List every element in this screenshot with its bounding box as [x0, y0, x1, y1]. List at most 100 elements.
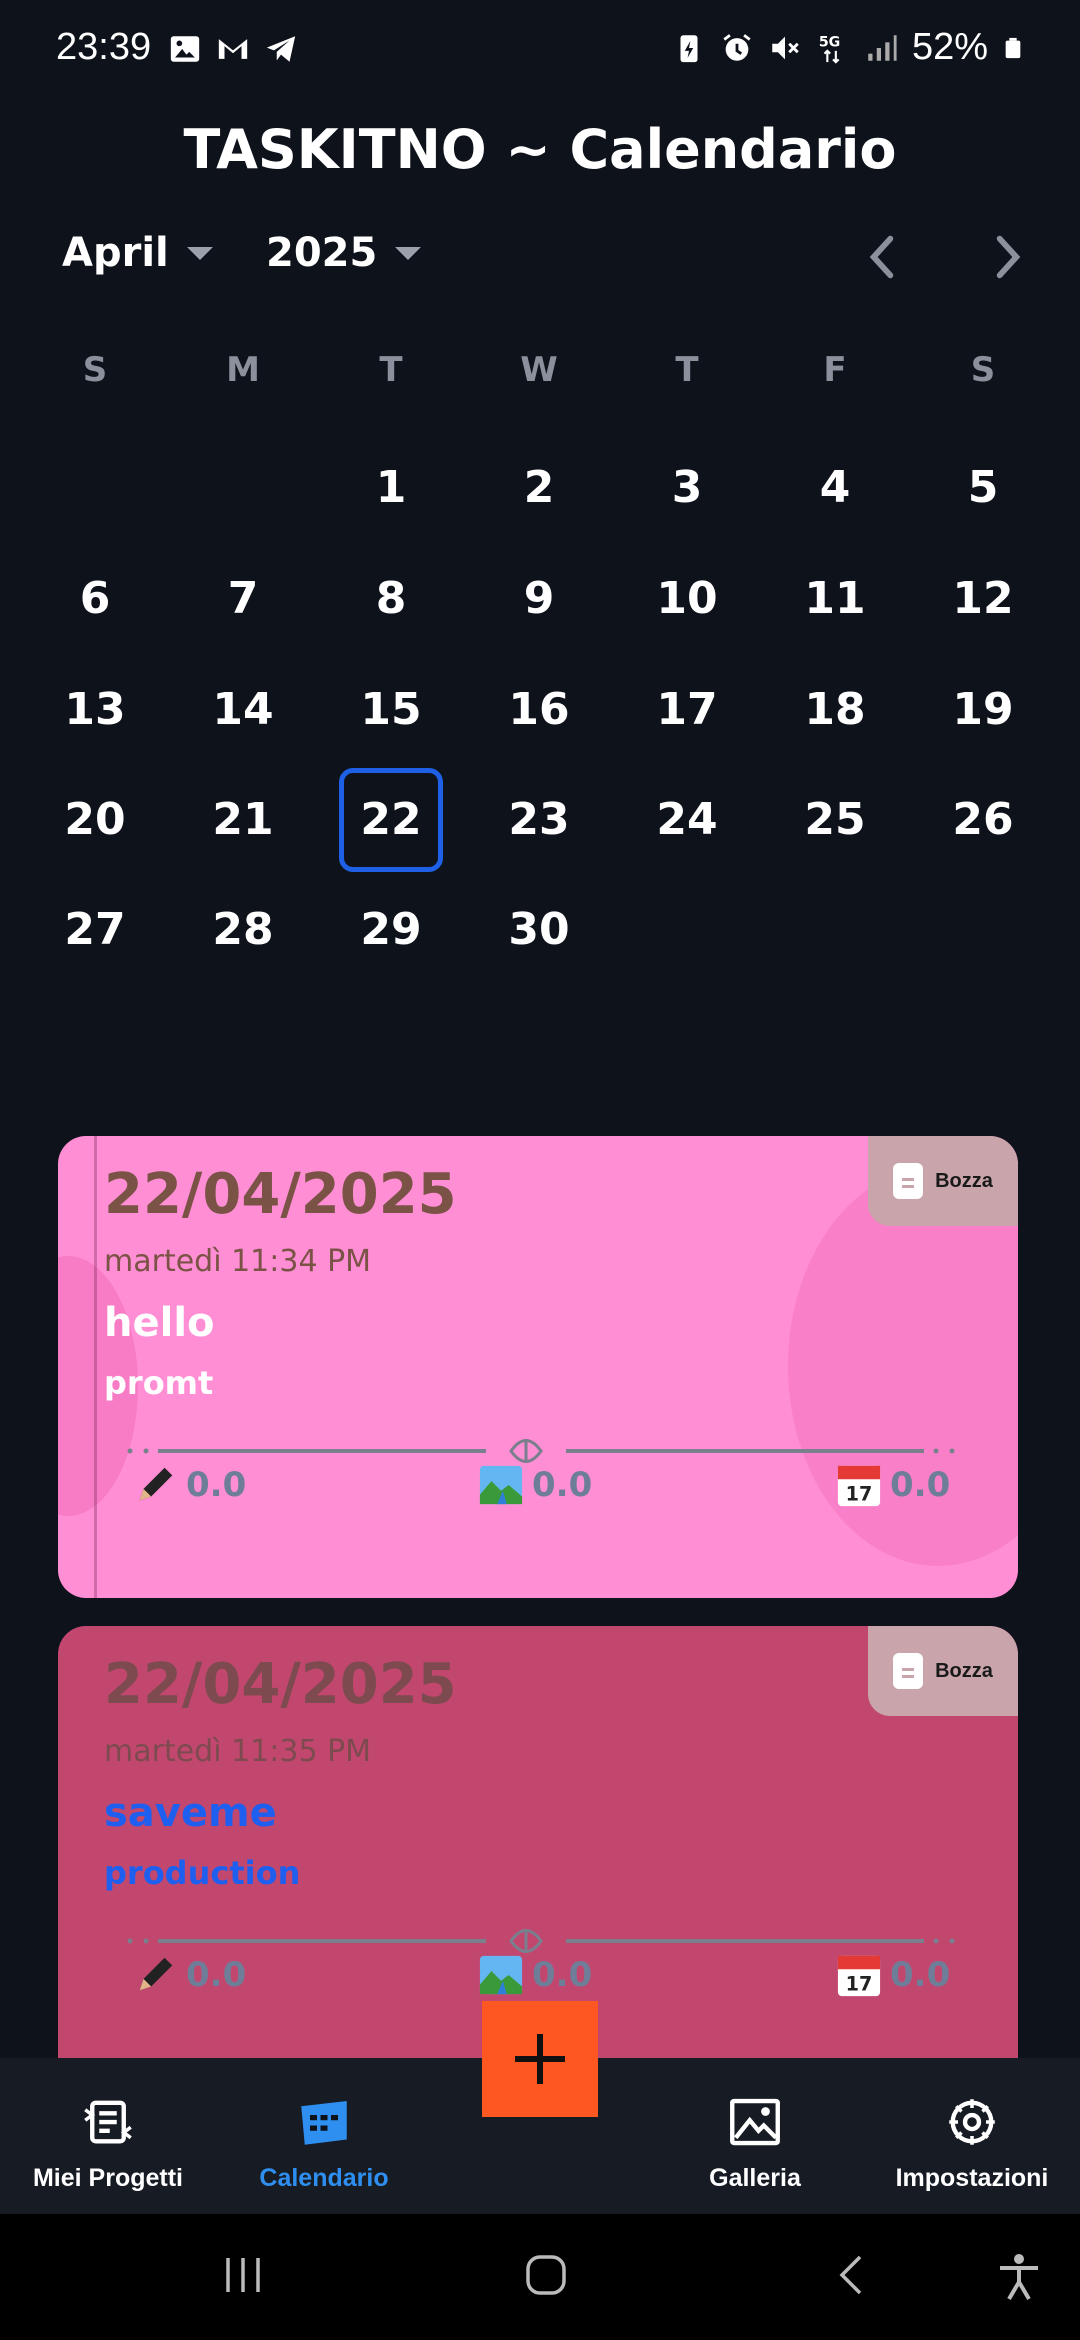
next-month-button[interactable] [988, 232, 1028, 282]
calendar-day[interactable]: 27 [43, 878, 147, 982]
calendar-day[interactable]: 6 [43, 547, 147, 651]
image-icon [170, 36, 200, 62]
calendar-day[interactable]: 9 [487, 547, 591, 651]
calendar-day[interactable]: 5 [931, 436, 1035, 540]
edit-stat-value: 0.0 [186, 1465, 247, 1505]
status-badge: Bozza [868, 1136, 1018, 1226]
card-time: martedì 11:34 PM [104, 1244, 372, 1279]
pencil-icon [139, 1957, 173, 1991]
nav-item-galleria[interactable]: Galleria [690, 2058, 820, 2214]
calendar-day[interactable]: 17 [635, 658, 739, 762]
nav-item-miei-progetti[interactable]: Miei Progetti [30, 2058, 186, 2214]
projects-icon [84, 2100, 132, 2144]
recent-apps-button[interactable] [220, 2252, 266, 2298]
edit-stat-value: 0.0 [186, 1955, 247, 1995]
calendar-stat-value: 0.0 [890, 1465, 951, 1505]
calendar-day[interactable]: 4 [783, 436, 887, 540]
document-icon [893, 1653, 924, 1689]
battery-saver-icon [680, 34, 698, 62]
nav-label: Galleria [709, 2164, 801, 2192]
month-dropdown[interactable]: April [62, 230, 213, 276]
calendar-day[interactable]: 13 [43, 658, 147, 762]
chevron-left-icon [869, 235, 894, 279]
month-value: April [62, 230, 169, 276]
calendar-day[interactable]: 26 [931, 768, 1035, 872]
card-time: martedì 11:35 PM [104, 1734, 372, 1769]
edit-stat: 0.0 [132, 1952, 246, 1998]
calendar-day-icon: 17 [837, 1465, 881, 1507]
weekday-label: T [675, 350, 699, 390]
previous-month-button[interactable] [862, 232, 902, 282]
chevron-down-icon [186, 246, 213, 260]
nav-item-calendario[interactable]: Calendario [244, 2058, 404, 2214]
gallery-icon [730, 2098, 780, 2146]
calendar-day[interactable]: 21 [191, 768, 295, 872]
calendar-day[interactable]: 25 [783, 768, 887, 872]
weekday-header: S M T W T F S [0, 350, 1080, 410]
calendar-day[interactable]: 12 [931, 547, 1035, 651]
status-time: 23:39 [56, 26, 152, 68]
document-icon [893, 1163, 924, 1199]
status-bar: 23:39 5G 52% [0, 0, 1080, 100]
nav-label: Miei Progetti [32, 2164, 183, 2192]
project-card[interactable]: Bozza 22/04/2025 martedì 11:35 PM saveme… [58, 1626, 1018, 2066]
chevron-right-icon [996, 235, 1021, 279]
calendar-day-selected[interactable]: 22 [339, 768, 443, 872]
nav-item-impostazioni[interactable]: Impostazioni [890, 2058, 1054, 2214]
calendar-day[interactable]: 18 [783, 658, 887, 762]
add-button[interactable] [482, 2001, 598, 2117]
calendar-day[interactable]: 8 [339, 547, 443, 651]
card-title: saveme [104, 1790, 277, 1836]
calendar-day[interactable]: 16 [487, 658, 591, 762]
card-date: 22/04/2025 [104, 1162, 457, 1227]
card-subtitle: promt [104, 1364, 214, 1402]
svg-text:17: 17 [846, 1972, 873, 1995]
home-button[interactable] [523, 2252, 569, 2298]
svg-text:5G: 5G [819, 34, 840, 50]
calendar-day[interactable]: 23 [487, 768, 591, 872]
landscape-icon [479, 1955, 523, 1995]
edit-stat: 0.0 [132, 1462, 246, 1508]
calendar-day[interactable]: 10 [635, 547, 739, 651]
calendar-day[interactable]: 28 [191, 878, 295, 982]
accessibility-icon[interactable] [996, 2252, 1042, 2302]
calendar-day[interactable]: 11 [783, 547, 887, 651]
weekday-label: T [379, 350, 403, 390]
calendar-day[interactable]: 30 [487, 878, 591, 982]
weekday-label: M [226, 350, 260, 390]
calendar-day[interactable]: 1 [339, 436, 443, 540]
calendar-stat: 17 0.0 [836, 1462, 950, 1508]
calendar-day[interactable]: 19 [931, 658, 1035, 762]
back-button[interactable] [830, 2252, 876, 2298]
weekday-label: W [520, 350, 558, 390]
calendar-day[interactable]: 7 [191, 547, 295, 651]
calendar-day[interactable]: 20 [43, 768, 147, 872]
badge-label: Bozza [935, 1169, 993, 1192]
image-stat: 0.0 [478, 1462, 592, 1508]
calendar-stat: 17 0.0 [836, 1952, 950, 1998]
year-value: 2025 [266, 230, 378, 276]
5g-icon: 5G [819, 34, 840, 64]
project-card[interactable]: Bozza 22/04/2025 martedì 11:34 PM hello … [58, 1136, 1018, 1598]
year-dropdown[interactable]: 2025 [266, 230, 422, 276]
calendar-day[interactable]: 2 [487, 436, 591, 540]
alarm-icon [723, 33, 751, 61]
calendar-day[interactable]: 14 [191, 658, 295, 762]
mute-icon [772, 36, 799, 59]
calendar-day[interactable]: 15 [339, 658, 443, 762]
calendar-day-icon: 17 [837, 1955, 881, 1997]
image-stat-value: 0.0 [532, 1955, 593, 1995]
nav-label: Impostazioni [895, 2164, 1049, 2192]
page-title: TASKITNO ~ Calendario [183, 118, 897, 181]
calendar-day[interactable]: 3 [635, 436, 739, 540]
image-stat-value: 0.0 [532, 1465, 593, 1505]
card-title: hello [104, 1300, 215, 1346]
calendar-day[interactable]: 29 [339, 878, 443, 982]
settings-icon [949, 2099, 995, 2145]
telegram-icon [266, 36, 296, 62]
landscape-icon [479, 1465, 523, 1505]
calendar-stat-value: 0.0 [890, 1955, 951, 1995]
calendar-day[interactable]: 24 [635, 768, 739, 872]
badge-label: Bozza [935, 1659, 993, 1682]
svg-text:17: 17 [846, 1482, 873, 1505]
